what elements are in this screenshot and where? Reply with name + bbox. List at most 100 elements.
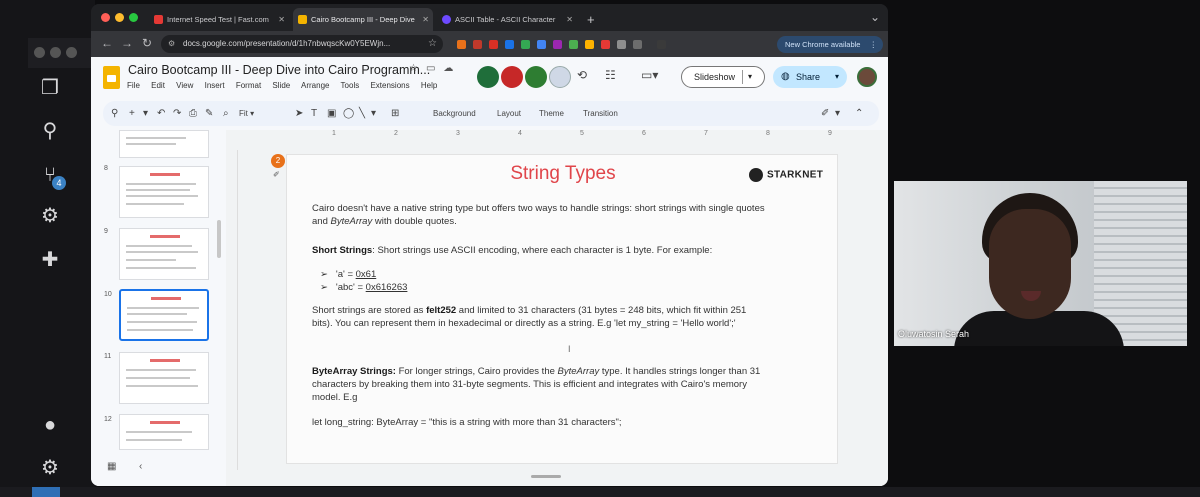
chevron-down-icon[interactable]: ▾	[835, 101, 840, 126]
chevron-up-icon[interactable]: ⌃	[855, 101, 863, 126]
bullet-1[interactable]: ➢ 'a' = 0x61	[320, 268, 376, 281]
minimize-window-button[interactable]	[115, 13, 124, 22]
new-chrome-available-button[interactable]: New Chrome available ⋮	[777, 36, 883, 53]
extension-icon[interactable]	[617, 40, 626, 49]
collaborator-avatar[interactable]	[477, 66, 499, 88]
extension-icon[interactable]	[569, 40, 578, 49]
menu-file[interactable]: File	[127, 81, 140, 90]
background-button[interactable]: Background	[433, 101, 476, 126]
explorer-icon[interactable]: ❐	[38, 76, 62, 100]
slide-thumbnail-selected[interactable]	[119, 289, 209, 341]
zoom-icon[interactable]: ⌕	[223, 101, 229, 126]
menu-view[interactable]: View	[176, 81, 193, 90]
stored-line-2[interactable]: bits). You can represent them in hexadec…	[312, 317, 736, 330]
undo-icon[interactable]: ↶	[157, 101, 165, 126]
transition-button[interactable]: Transition	[583, 101, 618, 126]
chevron-down-icon[interactable]: ▾	[835, 66, 839, 88]
collapse-panel-icon[interactable]: ‹	[139, 461, 142, 472]
account-avatar[interactable]	[857, 67, 877, 87]
stored-line-1[interactable]: Short strings are stored as felt252 and …	[312, 304, 746, 317]
bytearray-line-2[interactable]: characters by breaking them into 31-byte…	[312, 378, 747, 391]
tab-slides[interactable]: Cairo Bootcamp III - Deep Dive ✕	[293, 8, 433, 31]
chevron-down-icon[interactable]: ▾	[371, 101, 376, 126]
code-example-line[interactable]: let long_string: ByteArray = "this is a …	[312, 416, 622, 429]
profile-icon[interactable]	[657, 40, 666, 49]
extension-icon[interactable]	[537, 40, 546, 49]
menu-dots-icon[interactable]: ⋮	[870, 36, 878, 53]
text-box-icon[interactable]: T	[311, 101, 317, 126]
extension-icon[interactable]	[457, 40, 466, 49]
new-slide-icon[interactable]: +	[129, 101, 135, 126]
intro-line-1[interactable]: Cairo doesn't have a native string type …	[312, 202, 765, 215]
chevron-down-icon[interactable]: ▾	[143, 101, 148, 126]
star-icon[interactable]: ☆	[409, 63, 426, 74]
chevron-down-icon[interactable]: ▾	[748, 67, 752, 87]
extension-icon[interactable]	[505, 40, 514, 49]
slide-thumbnail[interactable]	[119, 166, 209, 218]
forward-icon[interactable]: →	[119, 35, 135, 51]
slides-logo-icon[interactable]	[103, 66, 120, 89]
tab-fast[interactable]: Internet Speed Test | Fast.com ✕	[149, 8, 289, 31]
extension-icon[interactable]	[585, 40, 594, 49]
search-menus-icon[interactable]: ⚲	[111, 101, 118, 126]
extension-icon[interactable]	[489, 40, 498, 49]
menu-format[interactable]: Format	[236, 81, 261, 90]
comment-count-badge[interactable]: 2	[271, 154, 285, 168]
extension-icon[interactable]	[473, 40, 482, 49]
zoom-select[interactable]: Fit ▾	[239, 101, 254, 126]
menu-slide[interactable]: Slide	[272, 81, 290, 90]
site-info-icon[interactable]: ⚙	[168, 35, 175, 53]
intro-line-2[interactable]: and ByteArray with double quotes.	[312, 215, 457, 228]
close-tab-icon[interactable]: ✕	[566, 8, 573, 31]
tab-ascii[interactable]: ASCII Table - ASCII Character ✕	[437, 8, 577, 31]
close-tab-icon[interactable]: ✕	[278, 8, 285, 31]
history-icon[interactable]: ⟲	[577, 68, 587, 82]
share-button[interactable]: ◍ Share ▾	[773, 66, 847, 88]
slide-thumbnail[interactable]	[119, 130, 209, 158]
slide-thumbnail[interactable]	[119, 414, 209, 450]
tab-search-icon[interactable]: ⌄	[867, 9, 883, 25]
short-strings-line[interactable]: Short Strings: Short strings use ASCII e…	[312, 244, 712, 257]
redo-icon[interactable]: ↷	[173, 101, 181, 126]
menu-extensions[interactable]: Extensions	[370, 81, 409, 90]
bullet-2[interactable]: ➢ 'abc' = 0x616263	[320, 281, 407, 294]
extension-icon[interactable]	[521, 40, 530, 49]
account-icon[interactable]: ●	[38, 413, 62, 437]
new-tab-button[interactable]: +	[587, 8, 595, 31]
menu-edit[interactable]: Edit	[151, 81, 165, 90]
slide-thumbnail[interactable]	[119, 352, 209, 404]
filmstrip-scrollbar[interactable]	[217, 220, 221, 258]
settings-gear-icon[interactable]: ⚙	[38, 456, 62, 480]
maximize-window-button[interactable]	[129, 13, 138, 22]
search-icon[interactable]: ⚲	[38, 119, 62, 143]
canvas-scrollbar[interactable]	[531, 475, 561, 478]
document-title[interactable]: Cairo Bootcamp III - Deep Dive into Cair…	[128, 63, 430, 77]
reload-icon[interactable]: ↻	[139, 35, 155, 51]
shape-icon[interactable]: ◯	[343, 101, 354, 126]
meet-icon[interactable]: ▭▾	[641, 68, 658, 82]
back-icon[interactable]: ←	[99, 35, 115, 51]
bytearray-line-1[interactable]: ByteArray Strings: For longer strings, C…	[312, 365, 760, 378]
menu-help[interactable]: Help	[421, 81, 437, 90]
print-icon[interactable]: ⎙	[189, 101, 197, 126]
line-icon[interactable]: ╲	[359, 101, 365, 126]
collaborator-avatar[interactable]	[501, 66, 523, 88]
slideshow-button[interactable]: Slideshow ▾	[681, 66, 765, 88]
menu-insert[interactable]: Insert	[205, 81, 225, 90]
close-window-button[interactable]	[101, 13, 110, 22]
collaborator-avatar[interactable]	[525, 66, 547, 88]
extension-icon[interactable]	[601, 40, 610, 49]
more-collaborators-badge[interactable]	[549, 66, 571, 88]
grid-view-icon[interactable]: ▦	[107, 461, 116, 472]
comment-add-icon[interactable]: ⊞	[391, 101, 399, 126]
bytearray-line-3[interactable]: model. E.g	[312, 391, 357, 404]
comment-pin-icon[interactable]: ✐	[273, 170, 280, 179]
pen-icon[interactable]: ✐	[821, 101, 829, 126]
comments-icon[interactable]: ☷	[605, 68, 616, 82]
close-tab-icon[interactable]: ✕	[422, 8, 429, 31]
bookmark-star-icon[interactable]: ☆	[428, 35, 437, 53]
extensions-icon[interactable]: ✚	[38, 248, 62, 272]
layout-button[interactable]: Layout	[497, 101, 521, 126]
extension-icon[interactable]	[553, 40, 562, 49]
cloud-saved-icon[interactable]: ☁	[443, 63, 461, 74]
